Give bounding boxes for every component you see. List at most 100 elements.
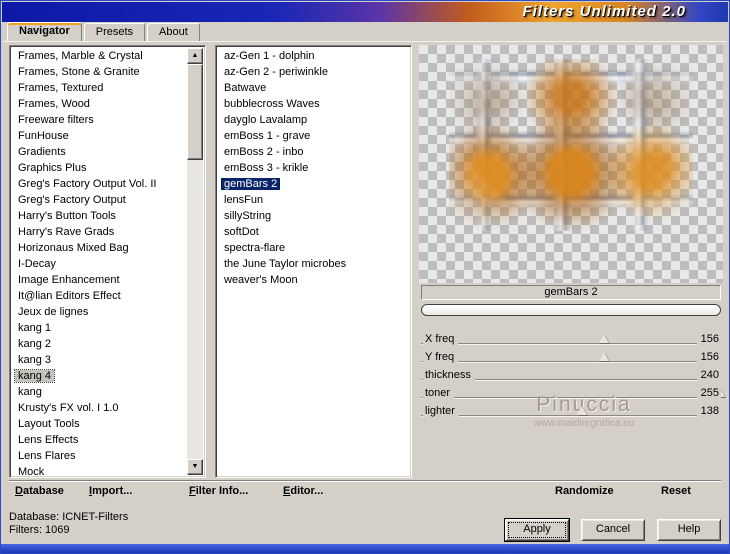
- slider-toner: toner 255: [421, 385, 725, 403]
- tab-presets[interactable]: Presets: [83, 23, 146, 41]
- list-item[interactable]: az-Gen 2 - periwinkle: [218, 64, 409, 80]
- slider-label: toner: [423, 385, 455, 401]
- list-item[interactable]: Greg's Factory Output Vol. II: [12, 176, 187, 192]
- list-item-label: Image Enhancement: [18, 274, 120, 286]
- list-item[interactable]: kang 4: [12, 368, 187, 384]
- list-item[interactable]: Horizonaus Mixed Bag: [12, 240, 187, 256]
- list-item[interactable]: emBoss 2 - inbo: [218, 144, 409, 160]
- slider-track[interactable]: [421, 397, 721, 399]
- list-item[interactable]: Frames, Stone & Granite: [12, 64, 187, 80]
- tab-navigator[interactable]: Navigator: [7, 22, 82, 41]
- list-item[interactable]: Greg's Factory Output: [12, 192, 187, 208]
- filter-info-button[interactable]: Filter Info...: [189, 481, 248, 501]
- scroll-down-button[interactable]: ▼: [187, 459, 203, 475]
- filter-preview-image: [449, 59, 693, 231]
- list-item[interactable]: Graphics Plus: [12, 160, 187, 176]
- selected-filter-name: gemBars 2: [421, 285, 721, 300]
- list-item-label: lensFun: [224, 194, 264, 206]
- filter-list-items: az-Gen 1 - dolphin az-Gen 2 - periwinkle B…: [218, 48, 409, 475]
- list-item[interactable]: kang 1: [12, 320, 187, 336]
- list-item-label: emBoss 1 - grave: [224, 130, 311, 142]
- list-item[interactable]: emBoss 1 - grave: [218, 128, 409, 144]
- list-item[interactable]: Frames, Wood: [12, 96, 187, 112]
- list-item[interactable]: Lens Effects: [12, 432, 187, 448]
- navigator-scrollbar[interactable]: ▲ ▼: [187, 48, 203, 475]
- navigator-list[interactable]: Frames, Marble & Crystal Frames, Stone & …: [9, 45, 206, 478]
- slider-group: X freq 156 Y freq 156 thickness 240 toner 255 li…: [421, 331, 725, 421]
- slider-track[interactable]: [421, 361, 721, 363]
- editor-button[interactable]: Editor...: [283, 481, 323, 501]
- cancel-button[interactable]: Cancel: [581, 519, 645, 541]
- slider-x-freq: X freq 156: [421, 331, 721, 349]
- list-item[interactable]: bubblecross Waves: [218, 96, 409, 112]
- slider-label: Y freq: [423, 349, 459, 365]
- list-item[interactable]: dayglo Lavalamp: [218, 112, 409, 128]
- randomize-button[interactable]: Randomize: [555, 481, 614, 501]
- slider-thumb[interactable]: [598, 352, 609, 361]
- list-item-label: az-Gen 1 - dolphin: [224, 50, 315, 62]
- list-item[interactable]: Batwave: [218, 80, 409, 96]
- list-item[interactable]: az-Gen 1 - dolphin: [218, 48, 409, 64]
- list-item-label: weaver's Moon: [224, 274, 298, 286]
- list-item-label: Harry's Rave Grads: [18, 226, 115, 238]
- list-item-label: Lens Flares: [18, 450, 76, 462]
- slider-thumb[interactable]: [598, 334, 609, 343]
- list-item-label: the June Taylor microbes: [224, 258, 347, 270]
- list-item[interactable]: Freeware filters: [12, 112, 187, 128]
- list-item[interactable]: kang: [12, 384, 187, 400]
- list-item[interactable]: Image Enhancement: [12, 272, 187, 288]
- filter-list[interactable]: az-Gen 1 - dolphin az-Gen 2 - periwinkle B…: [215, 45, 412, 478]
- tab-baseline: [3, 41, 727, 42]
- list-item[interactable]: spectra-flare: [218, 240, 409, 256]
- list-item[interactable]: FunHouse: [12, 128, 187, 144]
- slider-label: X freq: [423, 331, 459, 347]
- apply-button[interactable]: Apply: [505, 519, 569, 541]
- list-item-label: Jeux de lignes: [18, 306, 89, 318]
- list-item[interactable]: softDot: [218, 224, 409, 240]
- scroll-up-button[interactable]: ▲: [187, 48, 203, 64]
- slider-thumb[interactable]: [577, 406, 588, 415]
- list-item[interactable]: Gradients: [12, 144, 187, 160]
- list-item[interactable]: emBoss 3 - krikle: [218, 160, 409, 176]
- list-item[interactable]: Krusty's FX vol. I 1.0: [12, 400, 187, 416]
- list-item[interactable]: gemBars 2: [218, 176, 409, 192]
- list-item[interactable]: Frames, Marble & Crystal: [12, 48, 187, 64]
- list-item-label: It@lian Editors Effect: [18, 290, 121, 302]
- list-item[interactable]: Harry's Rave Grads: [12, 224, 187, 240]
- reset-button[interactable]: Reset: [661, 481, 691, 501]
- tab-about[interactable]: About: [147, 23, 200, 41]
- list-item[interactable]: weaver's Moon: [218, 272, 409, 288]
- list-item[interactable]: the June Taylor microbes: [218, 256, 409, 272]
- navigator-list-items: Frames, Marble & Crystal Frames, Stone & …: [12, 48, 187, 475]
- slider-track[interactable]: [421, 415, 721, 417]
- list-item[interactable]: Mock: [12, 464, 187, 475]
- list-item[interactable]: Jeux de lignes: [12, 304, 187, 320]
- list-item-label: gemBars 2: [221, 178, 281, 190]
- list-item-label: Harry's Button Tools: [18, 210, 116, 222]
- slider-track[interactable]: [421, 343, 721, 345]
- database-button[interactable]: Database: [15, 481, 64, 501]
- list-item-label: emBoss 3 - krikle: [224, 162, 309, 174]
- import-button[interactable]: Import...: [89, 481, 132, 501]
- list-item[interactable]: I-Decay: [12, 256, 187, 272]
- list-item-label: Gradients: [18, 146, 66, 158]
- list-item[interactable]: kang 3: [12, 352, 187, 368]
- list-item[interactable]: lensFun: [218, 192, 409, 208]
- list-item[interactable]: sillyString: [218, 208, 409, 224]
- list-item[interactable]: Lens Flares: [12, 448, 187, 464]
- list-item[interactable]: kang 2: [12, 336, 187, 352]
- help-button[interactable]: Help: [657, 519, 721, 541]
- list-item[interactable]: It@lian Editors Effect: [12, 288, 187, 304]
- slider-thickness: thickness 240: [421, 367, 721, 385]
- scroll-up-icon: ▲: [191, 52, 199, 59]
- list-item[interactable]: Frames, Textured: [12, 80, 187, 96]
- list-item-label: I-Decay: [18, 258, 56, 270]
- status-filter-count: Filters: 1069: [9, 524, 70, 536]
- list-item[interactable]: Harry's Button Tools: [12, 208, 187, 224]
- scroll-down-icon: ▼: [191, 463, 199, 470]
- list-item-label: az-Gen 2 - periwinkle: [224, 66, 328, 78]
- scrollbar-thumb[interactable]: [187, 64, 203, 160]
- title-bar[interactable]: Filters Unlimited 2.0: [2, 2, 728, 22]
- list-item-label: Greg's Factory Output: [18, 194, 126, 206]
- list-item[interactable]: Layout Tools: [12, 416, 187, 432]
